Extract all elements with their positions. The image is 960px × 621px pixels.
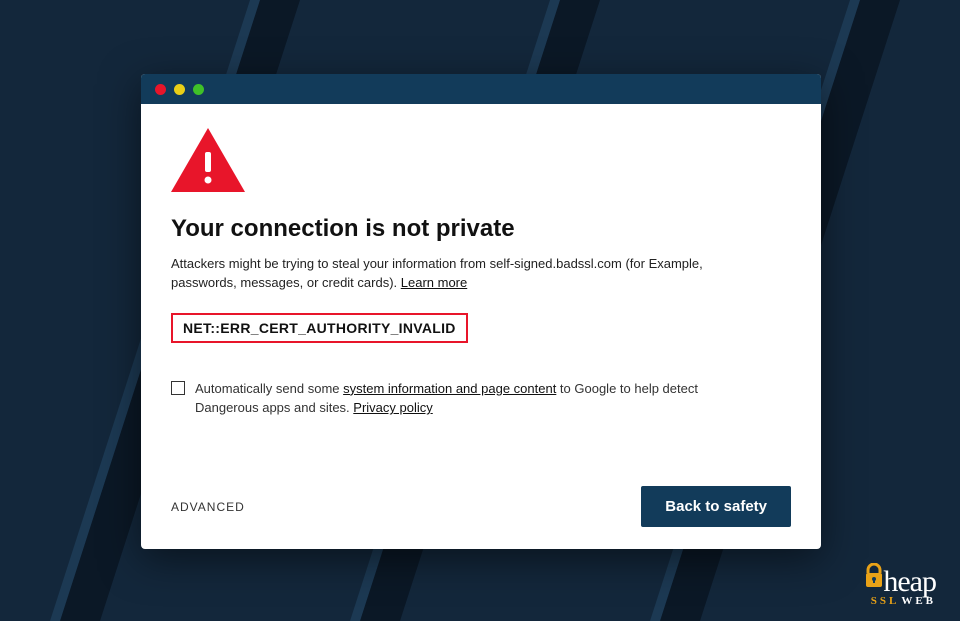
window-close-icon[interactable] — [155, 84, 166, 95]
window-maximize-icon[interactable] — [193, 84, 204, 95]
brand-name: heap — [883, 565, 936, 599]
opt-in-row: Automatically send some system informati… — [171, 379, 741, 418]
system-info-link[interactable]: system information and page content — [343, 381, 556, 396]
back-to-safety-button[interactable]: Back to safety — [641, 486, 791, 527]
error-code: NET::ERR_CERT_AUTHORITY_INVALID — [183, 320, 456, 336]
browser-window: Your connection is not private Attackers… — [141, 74, 821, 549]
brand-web: WEB — [901, 595, 936, 607]
opt-in-checkbox[interactable] — [171, 381, 185, 395]
opt-in-pre: Automatically send some — [195, 381, 343, 396]
warning-description: Attackers might be trying to steal your … — [171, 255, 771, 293]
page-title: Your connection is not private — [171, 215, 791, 243]
error-code-box: NET::ERR_CERT_AUTHORITY_INVALID — [171, 313, 468, 343]
advanced-button[interactable]: ADVANCED — [171, 500, 245, 514]
page-footer: ADVANCED Back to safety — [171, 486, 791, 527]
privacy-policy-link[interactable]: Privacy policy — [353, 400, 432, 415]
error-page-content: Your connection is not private Attackers… — [141, 104, 821, 549]
opt-in-text: Automatically send some system informati… — [195, 379, 741, 418]
learn-more-link[interactable]: Learn more — [401, 275, 467, 290]
warning-triangle-icon — [171, 128, 791, 197]
brand-logo: heap SSLWEB — [863, 565, 936, 607]
window-titlebar — [141, 74, 821, 104]
brand-ssl: SSL — [871, 595, 900, 607]
window-minimize-icon[interactable] — [174, 84, 185, 95]
lock-icon — [863, 563, 885, 595]
